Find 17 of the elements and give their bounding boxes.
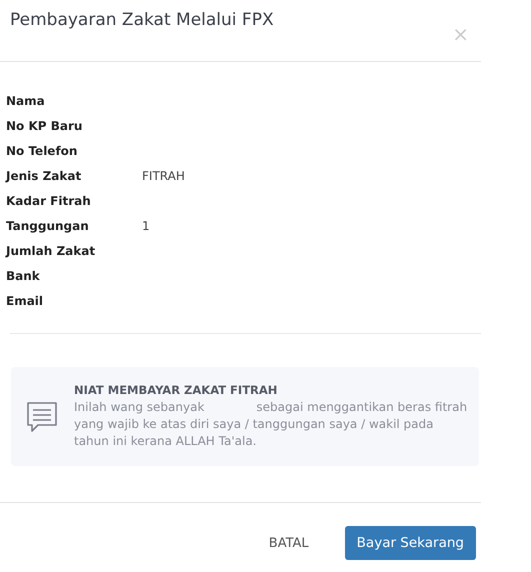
field-label: Kadar Fitrah <box>6 194 92 208</box>
field-value: 1 <box>142 218 150 232</box>
field-label: Bank <box>6 268 41 282</box>
notice-text: Inilah wang sebanyak sebagai menggantikan beras fitrah yang wajib ke atas diri saya / tanggungan saya / wakil pada tahun ini kerana ALLAH Ta'ala. <box>74 399 468 450</box>
message-icon <box>26 400 58 432</box>
field-label: No Telefon <box>6 144 78 158</box>
field-label: Jumlah Zakat <box>6 244 96 258</box>
field-value: FITRAH <box>142 168 185 182</box>
cancel-button[interactable]: BATAL <box>268 536 309 550</box>
field-label: Email <box>6 294 44 308</box>
field-label: No KP Baru <box>6 118 84 132</box>
notice-heading: NIAT MEMBAYAR ZAKAT FITRAH <box>74 383 278 397</box>
field-label: Tanggungan <box>6 218 90 232</box>
field-label: Nama <box>6 94 46 108</box>
field-label: Jenis Zakat <box>6 168 82 182</box>
pay-button[interactable]: Bayar Sekarang <box>344 526 476 560</box>
dialog-title: Pembayaran Zakat Melalui FPX <box>10 10 274 30</box>
